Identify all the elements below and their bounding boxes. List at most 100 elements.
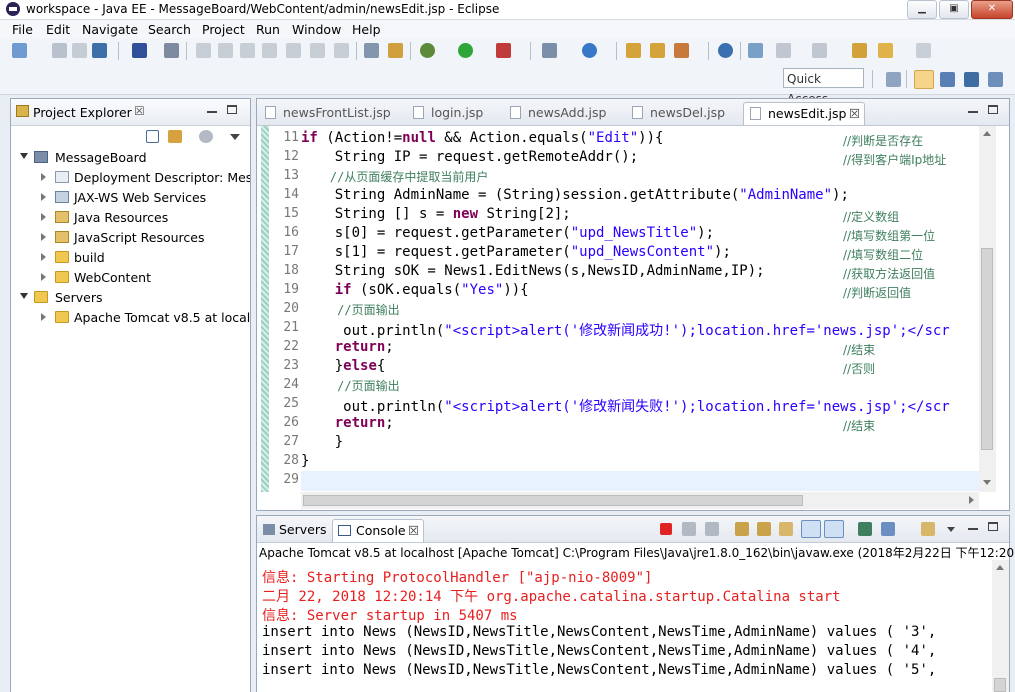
console-icon[interactable]: [132, 43, 147, 58]
tree-item-webcontent[interactable]: WebContent: [11, 268, 250, 288]
tab-newsedit[interactable]: newsEdit.jsp ☒: [743, 102, 865, 125]
new-server-icon[interactable]: [542, 43, 557, 58]
expand-icon[interactable]: [20, 153, 28, 159]
menu-edit[interactable]: Edit: [46, 22, 70, 37]
collapse-icon[interactable]: [41, 313, 46, 321]
back-icon[interactable]: [878, 43, 893, 58]
maximize-view-icon[interactable]: [988, 105, 998, 114]
word-wrap-icon[interactable]: [779, 522, 793, 536]
minimize-view-icon[interactable]: [207, 111, 217, 113]
code-line[interactable]: String AdminName = (String)session.getAt…: [301, 187, 849, 206]
save-icon[interactable]: [52, 43, 67, 58]
menu-file[interactable]: File: [12, 22, 33, 37]
save-all-icon[interactable]: [72, 43, 87, 58]
disconnect-icon[interactable]: [262, 43, 277, 58]
java-perspective-icon[interactable]: [940, 72, 955, 87]
expand-icon[interactable]: [20, 293, 28, 299]
code-area[interactable]: if (Action!=null && Action.equals("Edit"…: [301, 126, 979, 492]
collapse-icon[interactable]: [41, 253, 46, 261]
search-icon[interactable]: [674, 43, 689, 58]
minimize-view-icon[interactable]: [968, 528, 978, 530]
clear-console-icon[interactable]: [735, 522, 749, 536]
tree-item-java-resources[interactable]: Java Resources: [11, 208, 250, 228]
maximize-view-icon[interactable]: [988, 522, 998, 531]
debug-icon[interactable]: [420, 43, 435, 58]
pin-console-icon[interactable]: [858, 522, 872, 536]
collapse-all-icon[interactable]: [146, 130, 159, 143]
view-menu-icon[interactable]: [230, 134, 240, 140]
code-line[interactable]: s[0] = request.getParameter("upd_NewsTit…: [301, 225, 714, 244]
close-icon[interactable]: ☒: [408, 523, 419, 538]
quick-access-input[interactable]: Quick Access: [783, 68, 864, 106]
menu-help[interactable]: Help: [352, 22, 381, 37]
code-line[interactable]: String [] s = new String[2];: [301, 206, 571, 225]
step-into-icon[interactable]: [286, 43, 301, 58]
terminate-icon[interactable]: [240, 43, 255, 58]
step-over-icon[interactable]: [310, 43, 325, 58]
show-on-stdout-icon[interactable]: [801, 520, 821, 538]
tab-servers[interactable]: Servers: [263, 522, 327, 537]
collapse-icon[interactable]: [41, 273, 46, 281]
close-window-button[interactable]: ✕: [971, 0, 1013, 19]
code-line[interactable]: out.println("<script>alert('修改新闻成功!');lo…: [301, 320, 950, 339]
filter-icon[interactable]: [199, 130, 213, 143]
menu-project[interactable]: Project: [202, 22, 245, 37]
collapse-icon[interactable]: [41, 233, 46, 241]
tab-console[interactable]: Console ☒: [332, 519, 424, 542]
print-icon[interactable]: [92, 43, 107, 58]
forward-icon[interactable]: [916, 43, 931, 58]
new-java-class-icon[interactable]: [582, 43, 597, 58]
java-ee-perspective-icon[interactable]: [914, 70, 934, 89]
maximize-view-icon[interactable]: [227, 105, 237, 114]
open-perspective-icon[interactable]: [886, 72, 901, 87]
tree-item-jax-ws[interactable]: JAX-WS Web Services: [11, 188, 250, 208]
menu-navigate[interactable]: Navigate: [82, 22, 138, 37]
tree-item-javascript-resources[interactable]: JavaScript Resources: [11, 228, 250, 248]
remove-launch-icon[interactable]: [682, 522, 696, 536]
code-line[interactable]: }: [301, 434, 343, 453]
display-selected-console-icon[interactable]: [881, 522, 895, 536]
new-icon[interactable]: [12, 43, 27, 58]
code-line[interactable]: out.println("<script>alert('修改新闻失败!');lo…: [301, 396, 950, 415]
minimize-view-icon[interactable]: [968, 111, 978, 113]
code-line[interactable]: if (Action!=null && Action.equals("Edit"…: [301, 130, 663, 149]
link-with-editor-icon[interactable]: [168, 130, 182, 143]
previous-annotation-icon[interactable]: [812, 43, 827, 58]
skip-breakpoints-icon[interactable]: [164, 43, 179, 58]
editor-vertical-scrollbar[interactable]: [979, 126, 996, 492]
collapse-icon[interactable]: [41, 213, 46, 221]
view-menu-icon[interactable]: [947, 527, 955, 532]
scroll-thumb[interactable]: [981, 248, 993, 450]
breakpoint-ruler[interactable]: [257, 126, 260, 492]
tab-newsdel[interactable]: newsDel.jsp: [632, 102, 726, 124]
code-line[interactable]: String sOK = News1.EditNews(s,NewsID,Adm…: [301, 263, 765, 282]
build-icon[interactable]: [388, 43, 403, 58]
project-explorer-title[interactable]: Project Explorer: [33, 105, 132, 120]
scroll-thumb[interactable]: [303, 495, 803, 506]
terminate-icon[interactable]: [660, 523, 672, 535]
open-type-icon[interactable]: [626, 43, 641, 58]
code-line[interactable]: return;: [301, 339, 394, 358]
resume-icon[interactable]: [196, 43, 211, 58]
tree-item-deployment-descriptor[interactable]: Deployment Descriptor: Messa: [11, 168, 250, 188]
open-console-icon[interactable]: [921, 522, 935, 536]
run-server-icon[interactable]: [496, 43, 511, 58]
use-step-filters-icon[interactable]: [364, 43, 379, 58]
code-line[interactable]: //页面输出: [301, 377, 399, 396]
menu-window[interactable]: Window: [292, 22, 341, 37]
minimize-button[interactable]: ▁: [907, 0, 937, 19]
scroll-lock-icon[interactable]: [757, 522, 771, 536]
show-on-stderr-icon[interactable]: [824, 520, 844, 538]
scroll-right-icon[interactable]: [969, 496, 974, 504]
globe-icon[interactable]: [718, 43, 733, 58]
next-annotation-icon[interactable]: [776, 43, 791, 58]
menu-search[interactable]: Search: [148, 22, 191, 37]
pin-editor-icon[interactable]: [748, 43, 763, 58]
close-icon[interactable]: ☒: [849, 106, 860, 121]
code-line[interactable]: //从页面缓存中提取当前用户: [301, 168, 488, 187]
code-line[interactable]: }: [301, 453, 309, 472]
tree-item-build[interactable]: build: [11, 248, 250, 268]
tab-newsfrontlist[interactable]: newsFrontList.jsp: [265, 102, 391, 124]
scroll-down-icon[interactable]: [983, 480, 991, 485]
code-line[interactable]: }else{: [301, 358, 386, 377]
